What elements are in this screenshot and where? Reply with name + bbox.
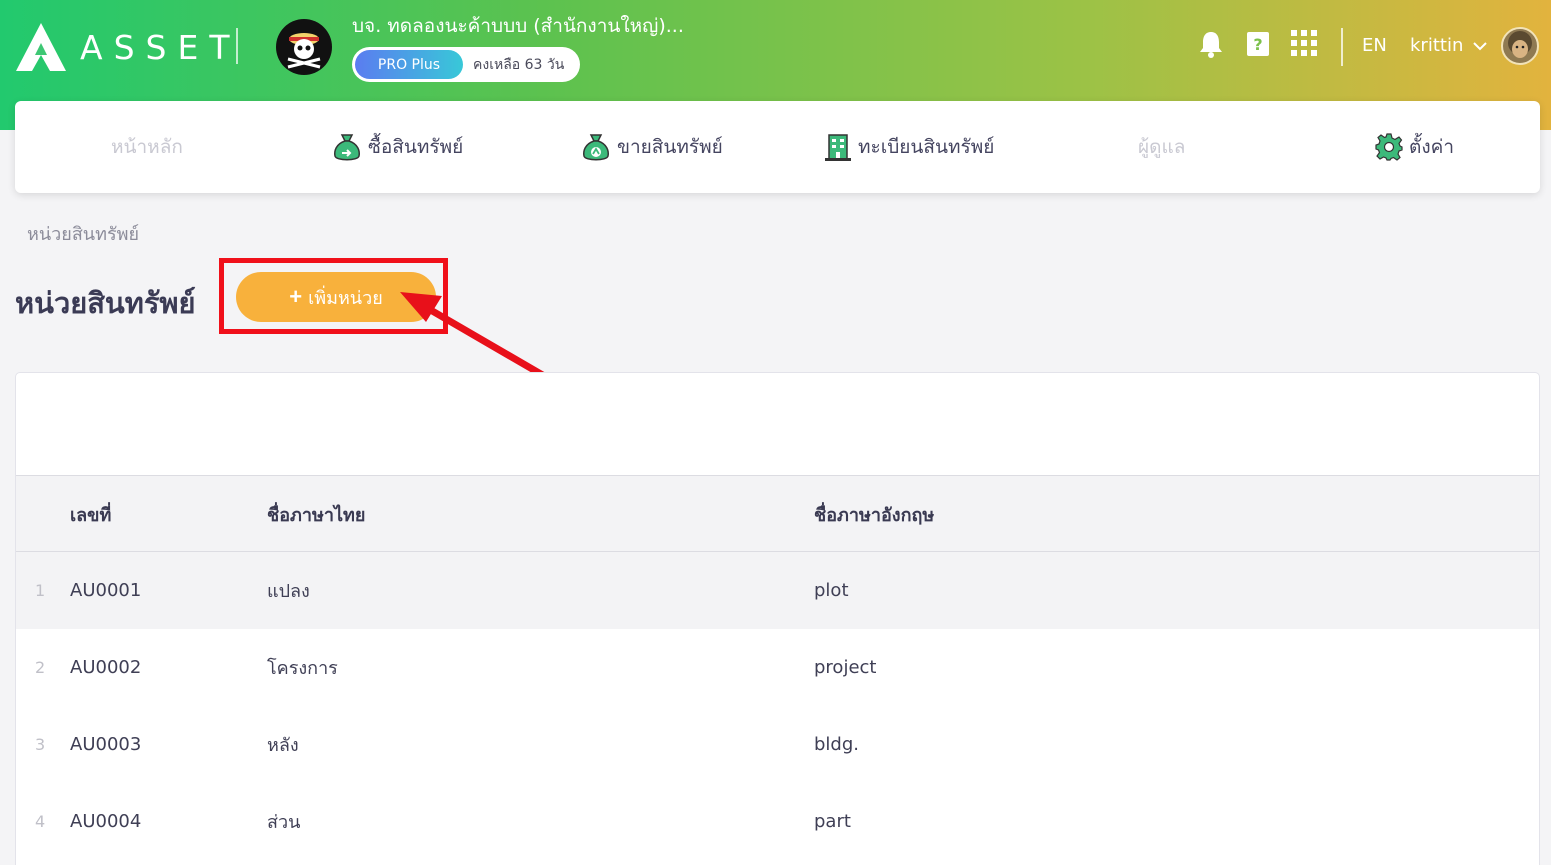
row-name-en: plot [814, 580, 849, 601]
column-header-name-th[interactable]: ชื่อภาษาไทย [267, 476, 365, 553]
row-index: 3 [35, 735, 46, 754]
row-name-th: ส่วน [267, 812, 301, 833]
company-name[interactable]: บจ. ทดลองนะค้าบบบ (สำนักงานใหญ่)... [352, 11, 684, 41]
company-avatar[interactable] [276, 19, 332, 75]
nav-item-label: ทะเบียนสินทรัพย์ [858, 136, 995, 158]
bell-icon[interactable] [1198, 30, 1224, 62]
language-switch[interactable]: EN [1362, 35, 1387, 56]
nav-item-buy-asset[interactable]: ซื้อสินทรัพย์ [332, 101, 463, 193]
row-name-en: part [814, 811, 851, 832]
username: krittin [1410, 35, 1464, 56]
nav-item-label: หน้าหลัก [111, 136, 183, 158]
row-name-th: โครงการ [267, 658, 338, 679]
help-book-icon[interactable]: ? [1246, 30, 1270, 62]
asset-logo[interactable]: ASSET [14, 20, 240, 74]
row-index: 4 [35, 812, 46, 831]
row-code: AU0001 [70, 580, 142, 601]
table-row[interactable]: 3 AU0003 หลัง bldg. [16, 706, 1539, 783]
nav-item-label: ซื้อสินทรัพย์ [368, 136, 464, 158]
gear-icon [1375, 133, 1403, 161]
plan-pill[interactable]: PRO Plus คงเหลือ 63 วัน [352, 47, 580, 82]
row-index: 1 [35, 581, 46, 600]
table-row[interactable]: 2 AU0002 โครงการ project [16, 629, 1539, 706]
nav-item-home[interactable]: หน้าหลัก [111, 101, 183, 193]
row-code: AU0002 [70, 657, 142, 678]
nav-item-label: ผู้ดูแล [1138, 136, 1186, 158]
apps-grid-icon[interactable] [1291, 30, 1317, 60]
nav-item-settings[interactable]: ตั้งค่า [1375, 101, 1454, 193]
row-index: 2 [35, 658, 46, 677]
plan-remaining: คงเหลือ 63 วัน [473, 56, 565, 73]
user-avatar[interactable] [1501, 27, 1539, 65]
money-bag-icon [334, 134, 360, 161]
header-divider [1341, 28, 1343, 66]
row-name-en: bldg. [814, 734, 859, 755]
row-name-th: หลัง [267, 735, 299, 756]
breadcrumb[interactable]: หน่วยสินทรัพย์ [27, 219, 139, 248]
logo-text: ASSET [80, 27, 241, 67]
nav-item-asset-register[interactable]: ทะเบียนสินทรัพย์ [824, 101, 994, 193]
chevron-down-icon [1473, 35, 1488, 56]
row-name-th: แปลง [267, 581, 310, 602]
column-header-name-en[interactable]: ชื่อภาษาอังกฤษ [814, 476, 934, 553]
units-table-card: เลขที่ ชื่อภาษาไทย ชื่อภาษาอังกฤษ 1 AU00… [15, 372, 1540, 865]
table-header: เลขที่ ชื่อภาษาไทย ชื่อภาษาอังกฤษ [16, 475, 1539, 553]
table-row[interactable]: 4 AU0004 ส่วน part [16, 783, 1539, 860]
money-bag-icon [583, 134, 609, 161]
logo-mark-icon [16, 23, 66, 71]
skull-icon [287, 33, 321, 69]
row-code: AU0003 [70, 734, 142, 755]
table-row[interactable]: 1 AU0001 แปลง plot [16, 552, 1539, 629]
building-icon [825, 134, 851, 161]
page-title: หน่วยสินทรัพย์ [15, 286, 196, 320]
nav-item-admin[interactable]: ผู้ดูแล [1138, 101, 1185, 193]
svg-text:?: ? [1253, 35, 1262, 54]
nav-item-label: ตั้งค่า [1409, 136, 1454, 158]
column-header-code[interactable]: เลขที่ [70, 476, 111, 553]
user-menu[interactable]: krittin [1410, 35, 1488, 56]
plan-badge: PRO Plus [355, 50, 463, 79]
nav-item-sell-asset[interactable]: ขายสินทรัพย์ [581, 101, 723, 193]
nav-item-label: ขายสินทรัพย์ [617, 136, 723, 158]
row-code: AU0004 [70, 811, 142, 832]
header-divider [236, 28, 238, 64]
main-nav: หน้าหลัก ซื้อสินทรัพย์ ขายสินทรัพย์ ทะเบ… [15, 101, 1540, 193]
row-name-en: project [814, 657, 877, 678]
